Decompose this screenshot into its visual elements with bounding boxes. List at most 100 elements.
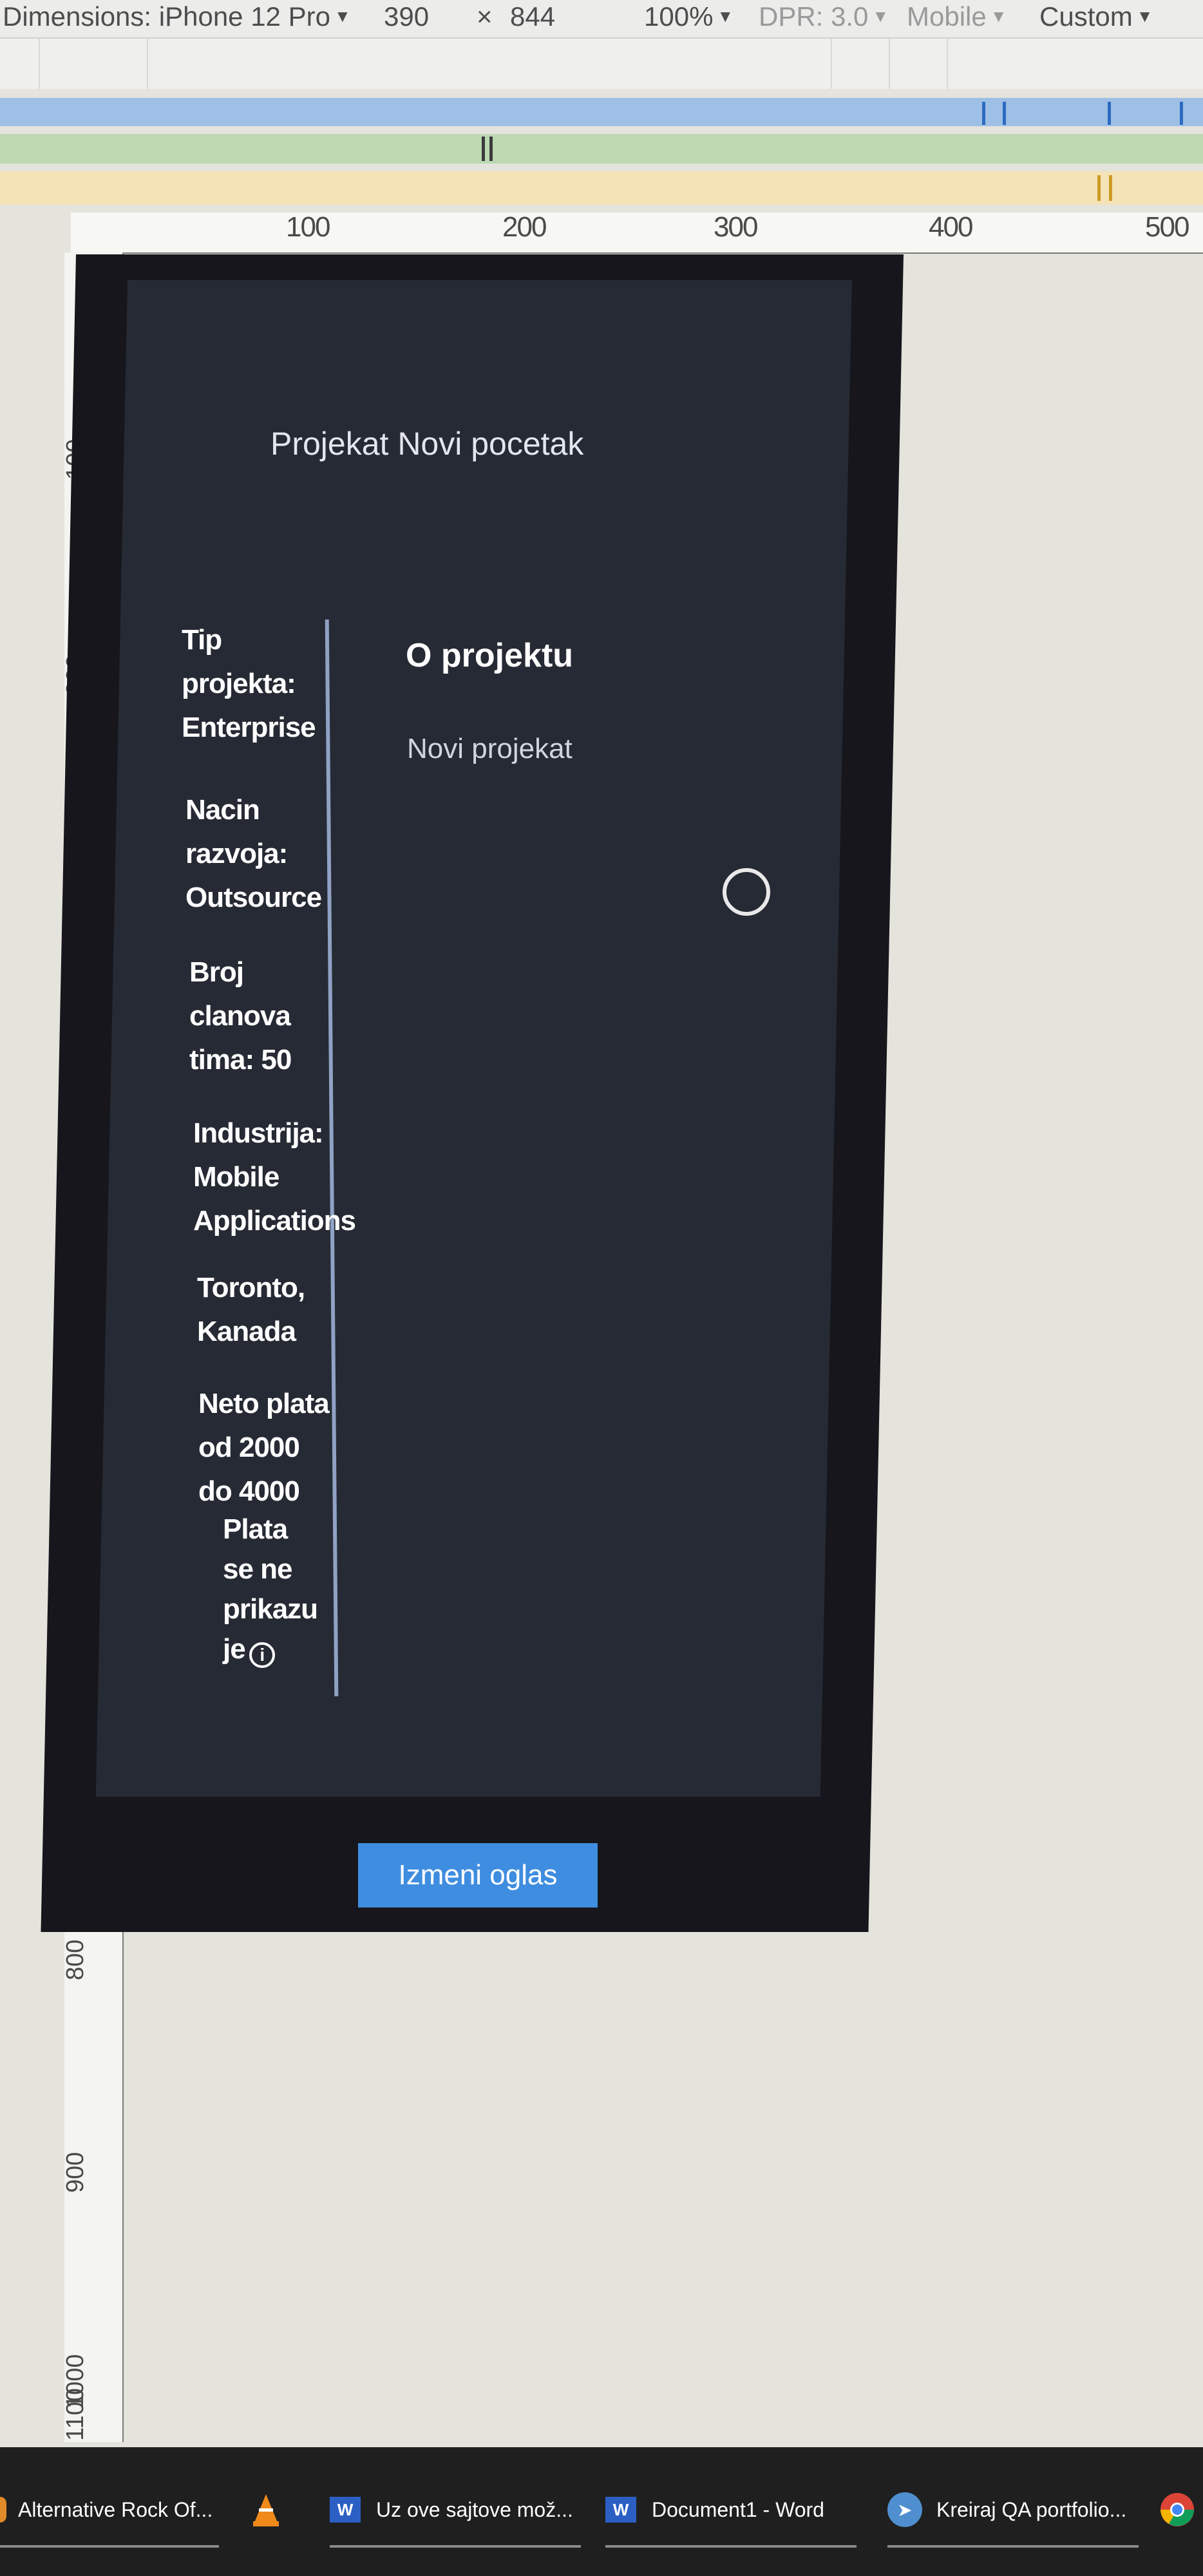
media-query-bar-min-width[interactable]	[0, 171, 1203, 205]
zoom-label: 100%	[644, 1, 714, 32]
taskbar-active-indicator	[605, 2545, 857, 2548]
media-query-marker[interactable]	[1003, 102, 1006, 125]
ruler-horizontal	[71, 213, 1203, 254]
chevron-down-icon: ▼	[717, 6, 734, 26]
telegram-icon: ➤	[887, 2492, 922, 2527]
meta-line: razvoja:	[185, 838, 288, 869]
dimensions-times-symbol: ×	[477, 1, 493, 32]
taskbar-item-label: Alternative Rock Of...	[18, 2497, 213, 2521]
meta-project-type: Tip projekta: Enterprise	[182, 618, 316, 750]
custom-label: Custom	[1039, 1, 1133, 32]
media-query-marker[interactable]	[1097, 175, 1101, 201]
meta-line: Enterprise	[182, 712, 316, 743]
subbar-divider	[147, 39, 148, 89]
ruler-label: 300	[714, 211, 758, 243]
devtools-subbar	[0, 39, 1203, 89]
meta-team-size: Broj clanova tima: 50	[189, 951, 292, 1082]
meta-line: projekta:	[182, 668, 296, 699]
media-query-bar-min-max[interactable]	[0, 134, 1203, 164]
meta-line: do 4000	[198, 1475, 300, 1507]
meta-line: Outsource	[185, 882, 322, 913]
meta-line: Broj	[189, 956, 244, 988]
meta-line: Nacin	[185, 794, 260, 826]
taskbar-item-label: Uz ove sajtove mož...	[376, 2497, 573, 2521]
meta-location: Toronto, Kanada	[197, 1266, 305, 1354]
zoom-select[interactable]: 100% ▼	[644, 1, 734, 32]
taskbar-item-word-document[interactable]: W Document1 - Word	[605, 2481, 824, 2539]
taskbar-item-rock[interactable]: Alternative Rock Of...	[0, 2481, 213, 2539]
vlc-taskbar-icon[interactable]	[248, 2481, 284, 2539]
meta-line: se ne	[223, 1553, 293, 1585]
meta-line: je i	[223, 1629, 317, 1669]
chrome-icon	[1160, 2493, 1194, 2526]
ruler-label: 1100	[62, 2388, 89, 2441]
chevron-down-icon: ▼	[334, 6, 351, 26]
media-query-marker[interactable]	[982, 102, 985, 125]
meta-line-text: je	[223, 1633, 246, 1665]
media-query-marker[interactable]	[1109, 175, 1112, 201]
taskbar-active-indicator	[0, 2545, 219, 2548]
ruler-label: 900	[62, 2152, 89, 2193]
device-dimensions-label: Dimensions: iPhone 12 Pro	[3, 1, 330, 32]
meta-salary-hidden: Plata se ne prikazu je i	[223, 1510, 318, 1669]
taskbar-item-word-sites[interactable]: W Uz ove sajtove mož...	[330, 2481, 573, 2539]
chrome-taskbar-icon[interactable]	[1159, 2481, 1195, 2539]
media-query-marker[interactable]	[1108, 102, 1111, 125]
about-heading: O projektu	[406, 637, 574, 674]
meta-line: clanova	[189, 1000, 291, 1032]
edit-ad-button[interactable]: Izmeni oglas	[358, 1843, 598, 1908]
subbar-divider	[947, 39, 948, 89]
meta-line: prikazu	[223, 1593, 318, 1625]
meta-line: Toronto,	[197, 1272, 305, 1303]
subbar-divider	[889, 39, 890, 89]
page-title: Projekat Novi pocetak	[270, 426, 584, 462]
custom-select[interactable]: Custom ▼	[1039, 1, 1153, 32]
about-text: Novi projekat	[407, 733, 573, 764]
meta-line: od 2000	[198, 1432, 300, 1463]
word-icon: W	[605, 2497, 636, 2523]
subbar-divider	[39, 39, 40, 89]
meta-salary: Neto plata od 2000 do 4000	[198, 1382, 330, 1513]
ruler-label: 400	[929, 211, 973, 243]
vlc-icon	[253, 2494, 279, 2526]
taskbar-item-label: Document1 - Word	[652, 2497, 824, 2521]
meta-development: Nacin razvoja: Outsource	[185, 788, 322, 920]
word-icon: W	[330, 2497, 361, 2523]
device-width-input[interactable]: 390	[384, 1, 429, 32]
throttle-label: Mobile	[907, 1, 987, 32]
app-icon	[0, 2497, 6, 2523]
chevron-down-icon: ▼	[1136, 6, 1153, 26]
ruler-label: 500	[1145, 211, 1189, 243]
meta-line: Industrija:	[193, 1117, 324, 1149]
dpr-label: DPR: 3.0	[759, 1, 869, 32]
chevron-down-icon: ▼	[990, 6, 1007, 26]
meta-line: tima: 50	[189, 1044, 292, 1075]
device-height-input[interactable]: 844	[510, 1, 555, 32]
taskbar-item-telegram[interactable]: ➤ Kreiraj QA portfolio...	[887, 2481, 1126, 2539]
meta-line: Applications	[193, 1205, 356, 1236]
taskbar-active-indicator	[330, 2545, 581, 2548]
media-query-marker[interactable]	[1180, 102, 1183, 125]
meta-line: Tip	[182, 624, 222, 656]
ruler-label: 100	[286, 211, 330, 243]
chevron-down-icon: ▼	[872, 6, 889, 26]
media-query-marker[interactable]	[489, 137, 493, 161]
device-dimensions-select[interactable]: Dimensions: iPhone 12 Pro ▼	[3, 1, 351, 32]
loading-spinner-icon	[723, 868, 770, 916]
media-query-bar-max-width[interactable]	[0, 98, 1203, 126]
media-query-marker[interactable]	[482, 137, 485, 161]
meta-line: Kanada	[197, 1316, 296, 1347]
dpr-select[interactable]: DPR: 3.0 ▼	[759, 1, 889, 32]
throttle-select[interactable]: Mobile ▼	[907, 1, 1007, 32]
subbar-divider	[831, 39, 832, 89]
ruler-label: 200	[502, 211, 547, 243]
meta-line: Neto plata	[198, 1388, 330, 1419]
meta-line: Mobile	[193, 1161, 279, 1193]
info-icon[interactable]: i	[249, 1642, 275, 1668]
ruler-label: 800	[62, 1939, 89, 1980]
devtools-device-toolbar: Dimensions: iPhone 12 Pro ▼ 390 × 844 100…	[0, 0, 1203, 39]
meta-industry: Industrija: Mobile Applications	[193, 1112, 356, 1243]
taskbar-active-indicator	[887, 2545, 1139, 2548]
taskbar-item-label: Kreiraj QA portfolio...	[936, 2497, 1127, 2521]
meta-line: Plata	[223, 1513, 288, 1545]
